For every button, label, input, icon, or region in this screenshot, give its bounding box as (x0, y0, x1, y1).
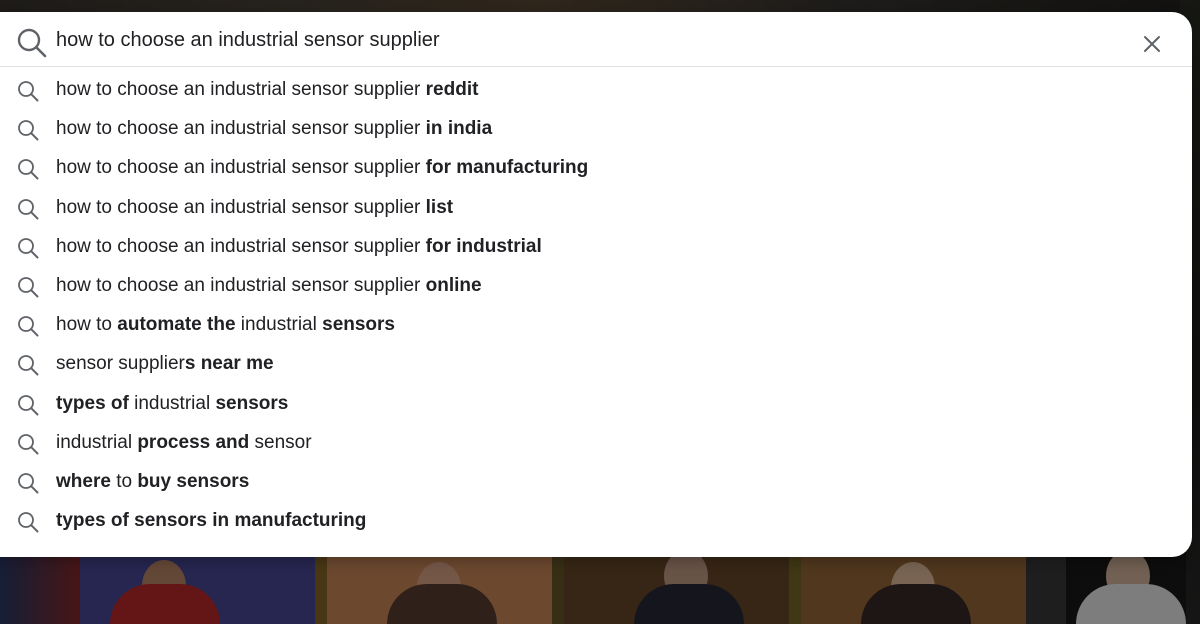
suggestion-item[interactable]: how to choose an industrial sensor suppl… (0, 149, 1192, 188)
suggestion-plain-part: industrial (235, 314, 323, 336)
suggestion-bold-part: process and (137, 431, 250, 453)
suggestion-text: how to choose an industrial sensor suppl… (56, 236, 542, 258)
search-icon (18, 512, 39, 533)
suggestion-text: types of sensors in manufacturing (56, 510, 366, 532)
suggestion-bold-part: sensors (322, 314, 395, 336)
suggestion-item[interactable]: how to choose an industrial sensor suppl… (0, 110, 1192, 149)
suggestion-item[interactable]: how to choose an industrial sensor suppl… (0, 71, 1192, 110)
suggestion-bold-part: where (56, 470, 111, 492)
suggestion-bold-part: for industrial (425, 235, 542, 257)
suggestion-bold-part: automate the (117, 314, 236, 336)
suggestion-plain-part: sensor (249, 431, 312, 453)
close-icon (1144, 36, 1160, 52)
suggestion-plain-part: how to choose an industrial sensor suppl… (56, 274, 426, 296)
suggestion-bold-part: types of sensors in manufacturing (56, 510, 367, 532)
suggestion-plain-part: how to choose an industrial sensor suppl… (56, 118, 426, 140)
search-icon (18, 433, 39, 455)
suggestion-item[interactable]: how to choose an industrial sensor suppl… (0, 228, 1192, 267)
suggestion-item[interactable]: how to choose an industrial sensor suppl… (0, 267, 1192, 306)
search-icon (18, 316, 39, 337)
suggestion-plain-part: how to choose an industrial sensor suppl… (56, 235, 426, 257)
suggestion-item[interactable]: types of industrial sensors (0, 385, 1192, 424)
suggestion-text: how to automate the industrial sensors (56, 314, 395, 336)
suggestion-item[interactable]: sensor suppliers near me (0, 345, 1192, 384)
search-input[interactable] (56, 24, 1116, 56)
suggestion-text: sensor suppliers near me (56, 353, 274, 375)
search-icon (18, 198, 39, 220)
suggestion-item[interactable]: where to buy sensors (0, 463, 1192, 502)
suggestion-text: how to choose an industrial sensor suppl… (56, 275, 482, 297)
suggestion-text: how to choose an industrial sensor suppl… (56, 79, 478, 101)
suggestion-bold-part: for manufacturing (425, 157, 589, 179)
search-bar (0, 12, 1192, 67)
search-icon (18, 159, 39, 180)
suggestion-bold-part: in india (425, 118, 493, 140)
search-icon (18, 277, 39, 298)
suggestion-bold-part: sensors (215, 392, 289, 414)
suggestion-bold-part: online (425, 274, 482, 296)
suggestion-list: how to choose an industrial sensor suppl… (0, 71, 1192, 541)
suggestion-text: types of industrial sensors (56, 393, 288, 415)
search-icon (18, 81, 39, 102)
suggestion-bold-part: reddit (425, 79, 479, 100)
suggestion-plain-part: how to (56, 314, 118, 336)
search-icon (18, 472, 39, 494)
suggestion-bold-part: buy sensors (137, 470, 250, 492)
suggestion-plain-part: industrial (128, 392, 216, 414)
suggestion-text: how to choose an industrial sensor suppl… (56, 157, 588, 179)
suggestion-plain-part: how to choose an industrial sensor suppl… (56, 157, 426, 179)
suggestion-plain-part: how to choose an industrial sensor suppl… (56, 79, 426, 100)
suggestion-bold-part: types of (56, 392, 129, 414)
search-icon (18, 237, 39, 259)
search-icon (18, 355, 39, 376)
suggestion-item[interactable]: how to choose an industrial sensor suppl… (0, 189, 1192, 228)
suggestion-item[interactable]: how to automate the industrial sensors (0, 306, 1192, 345)
suggestion-item[interactable]: types of sensors in manufacturing (0, 502, 1192, 541)
suggestion-plain-part: to (110, 470, 138, 492)
search-icon (18, 120, 39, 141)
suggestion-text: where to buy sensors (56, 471, 249, 493)
suggestion-plain-part: how to choose an industrial sensor suppl… (56, 196, 426, 218)
suggestion-text: how to choose an industrial sensor suppl… (56, 197, 453, 219)
suggestion-bold-part: s near me (184, 353, 274, 375)
suggestion-text: industrial process and sensor (56, 432, 312, 454)
search-icon (17, 28, 47, 58)
search-icon (18, 394, 39, 415)
suggestion-bold-part: list (425, 196, 454, 218)
suggestion-plain-part: industrial (56, 431, 138, 453)
search-suggestions-panel: how to choose an industrial sensor suppl… (0, 12, 1192, 557)
clear-search-button[interactable] (1136, 28, 1168, 60)
suggestion-text: how to choose an industrial sensor suppl… (56, 118, 492, 140)
suggestion-plain-part: sensor supplier (56, 353, 185, 375)
suggestion-item[interactable]: industrial process and sensor (0, 424, 1192, 463)
